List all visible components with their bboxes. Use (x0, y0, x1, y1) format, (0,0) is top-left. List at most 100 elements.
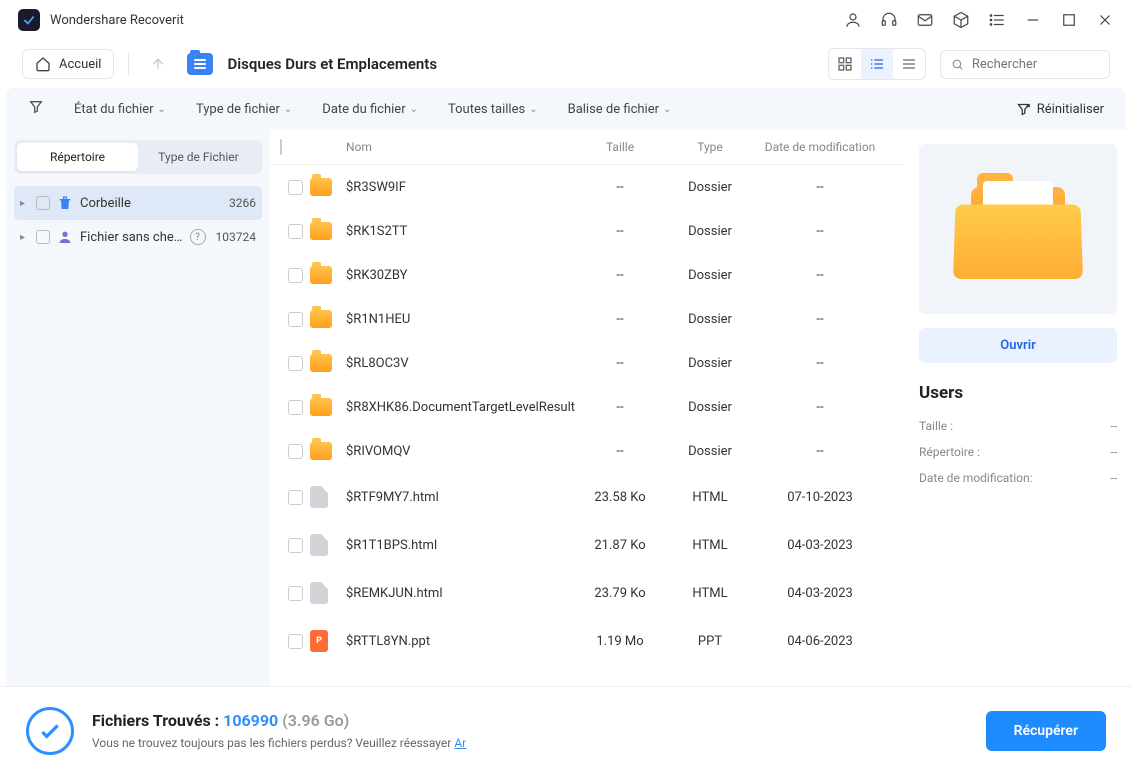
close-icon[interactable] (1096, 11, 1114, 29)
titlebar-right (844, 11, 1114, 29)
list-icon[interactable] (988, 11, 1006, 29)
col-type[interactable]: Type (665, 140, 755, 154)
file-name: $R8XHK86.DocumentTargetLevelResult (342, 400, 575, 415)
recover-button[interactable]: Récupérer (986, 711, 1106, 751)
up-button[interactable] (143, 49, 173, 79)
file-row[interactable]: $RK30ZBY--Dossier-- (270, 253, 903, 297)
view-detail[interactable] (861, 49, 893, 79)
headset-icon[interactable] (880, 11, 898, 29)
file-row[interactable]: $RIVOMQV--Dossier-- (270, 429, 903, 473)
row-checkbox[interactable] (288, 268, 303, 283)
file-size: -- (575, 400, 665, 415)
view-grid[interactable] (829, 49, 861, 79)
breadcrumb[interactable]: Disques Durs et Emplacements (227, 55, 437, 73)
filter-tag[interactable]: Balise de fichier⌄ (568, 102, 672, 117)
search-box[interactable] (940, 50, 1110, 79)
file-row[interactable]: $R3SW9IF--Dossier-- (270, 165, 903, 209)
app-logo (18, 9, 40, 31)
filter-size[interactable]: Toutes tailles⌄ (448, 102, 538, 117)
file-date: 04-06-2023 (755, 634, 885, 649)
filter-type[interactable]: Type de fichier⌄ (196, 102, 292, 117)
preview-title: Users (919, 383, 1117, 403)
file-type: HTML (665, 538, 755, 553)
file-name: $RTF9MY7.html (342, 490, 575, 505)
file-row[interactable]: $R8XHK86.DocumentTargetLevelResult--Doss… (270, 385, 903, 429)
col-date[interactable]: Date de modification (755, 140, 885, 154)
home-label: Accueil (59, 57, 101, 72)
folder-icon (310, 266, 332, 284)
tab-directory[interactable]: Répertoire (17, 143, 138, 171)
file-icon (310, 486, 328, 508)
home-button[interactable]: Accueil (22, 49, 114, 79)
folder-icon (310, 354, 332, 372)
row-checkbox[interactable] (288, 312, 303, 327)
file-type: Dossier (665, 400, 755, 415)
user-icon[interactable] (844, 11, 862, 29)
row-checkbox[interactable] (288, 444, 303, 459)
row-checkbox[interactable] (288, 400, 303, 415)
person-icon (56, 228, 74, 246)
row-checkbox[interactable] (288, 180, 303, 195)
file-row[interactable]: $R1T1BPS.html21.87 KoHTML04-03-2023 (270, 521, 903, 569)
maximize-icon[interactable] (1060, 11, 1078, 29)
footer: Fichiers Trouvés : 106990 (3.96 Go) Vous… (0, 686, 1132, 774)
folder-icon (310, 310, 332, 328)
file-size: -- (575, 312, 665, 327)
divider (128, 53, 129, 75)
sub-line: Vous ne trouvez toujours pas les fichier… (92, 736, 968, 750)
view-list[interactable] (893, 49, 925, 79)
search-input[interactable] (972, 57, 1099, 72)
row-checkbox[interactable] (288, 634, 303, 649)
tree-item-nopath[interactable]: ▸ Fichier sans che... ? 103724 (14, 220, 262, 254)
minimize-icon[interactable] (1024, 11, 1042, 29)
meta-label: Répertoire : (919, 445, 980, 459)
open-button[interactable]: Ouvrir (919, 328, 1117, 363)
file-size: -- (575, 268, 665, 283)
file-row[interactable]: $R1N1HEU--Dossier-- (270, 297, 903, 341)
file-date: -- (755, 312, 885, 327)
mail-icon[interactable] (916, 11, 934, 29)
help-icon[interactable]: ? (190, 229, 206, 245)
titlebar-left: Wondershare Recoverit (18, 9, 184, 31)
file-row[interactable]: $RK1S2TT--Dossier-- (270, 209, 903, 253)
row-checkbox[interactable] (288, 224, 303, 239)
file-row[interactable]: $RL8OC3V--Dossier-- (270, 341, 903, 385)
file-name: $R1T1BPS.html (342, 538, 575, 553)
file-area: Nom Taille Type Date de modification $R3… (270, 130, 1132, 686)
row-checkbox[interactable] (288, 356, 303, 371)
filter-state[interactable]: État du fichier⌄ (74, 102, 166, 117)
toolbar: Accueil Disques Durs et Emplacements (0, 40, 1132, 88)
row-checkbox[interactable] (288, 490, 303, 505)
tree-item-corbeille[interactable]: ▸ Corbeille 3266 (14, 186, 262, 220)
success-icon (26, 707, 74, 755)
row-checkbox[interactable] (288, 538, 303, 553)
found-count: 106990 (223, 711, 278, 730)
cube-icon[interactable] (952, 11, 970, 29)
file-row[interactable]: $RTF9MY7.html23.58 KoHTML07-10-2023 (270, 473, 903, 521)
file-name: $R3SW9IF (342, 180, 575, 195)
file-row[interactable]: P$RTTL8YN.ppt1.19 MoPPT04-06-2023 (270, 617, 903, 665)
chevron-down-icon: ⌄ (158, 104, 166, 115)
col-size[interactable]: Taille (575, 140, 665, 154)
file-date: -- (755, 444, 885, 459)
file-date: -- (755, 224, 885, 239)
file-type: PPT (665, 634, 755, 649)
tree-checkbox[interactable] (36, 230, 50, 244)
tree-checkbox[interactable] (36, 196, 50, 210)
file-date: -- (755, 180, 885, 195)
file-row[interactable]: $REMKJUN.html23.79 KoHTML04-03-2023 (270, 569, 903, 617)
retry-link[interactable]: Ar (454, 736, 466, 750)
meta-row: Taille :-- (919, 419, 1117, 433)
meta-label: Taille : (919, 419, 953, 433)
file-type: Dossier (665, 180, 755, 195)
row-checkbox[interactable] (288, 586, 303, 601)
reset-button[interactable]: Réinitialiser (1016, 102, 1104, 117)
filter-date[interactable]: Date du fichier⌄ (322, 102, 418, 117)
file-icon (310, 534, 328, 556)
select-all-checkbox[interactable] (280, 139, 282, 155)
tab-filetype[interactable]: Type de Fichier (138, 143, 259, 171)
filter-icon[interactable] (28, 99, 44, 119)
file-name: $R1N1HEU (342, 312, 575, 327)
col-name[interactable]: Nom (342, 140, 575, 154)
file-name: $RK30ZBY (342, 268, 575, 283)
